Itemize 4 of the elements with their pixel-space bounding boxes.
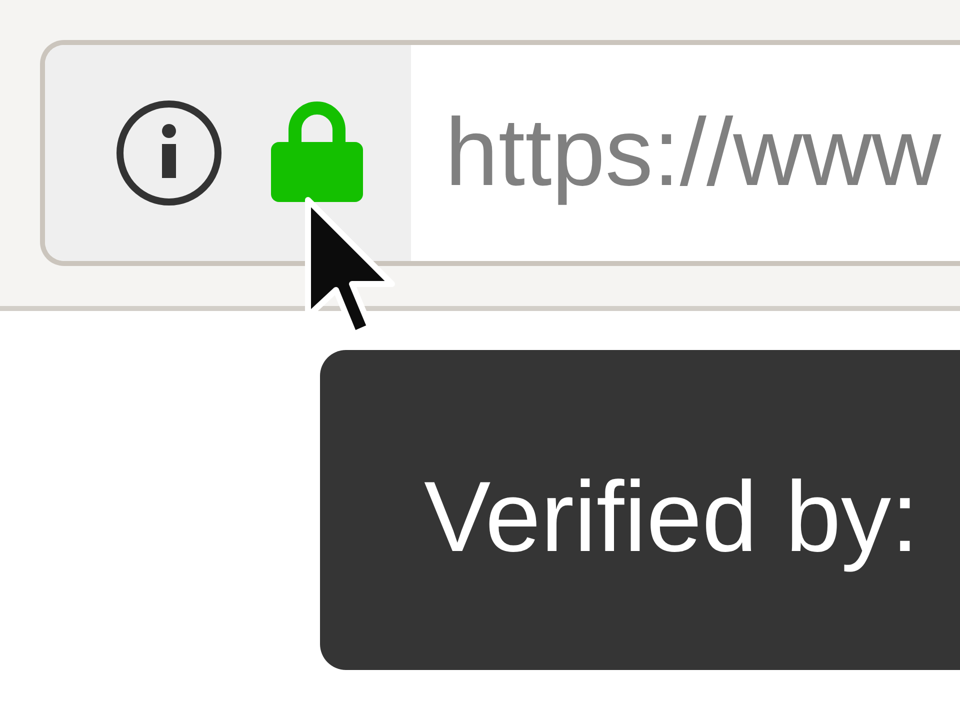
info-icon[interactable] [115,99,223,207]
url-text: https://www [444,98,942,208]
tooltip-text: Verified by: [424,462,919,572]
address-bar[interactable]: https://www [40,40,960,266]
